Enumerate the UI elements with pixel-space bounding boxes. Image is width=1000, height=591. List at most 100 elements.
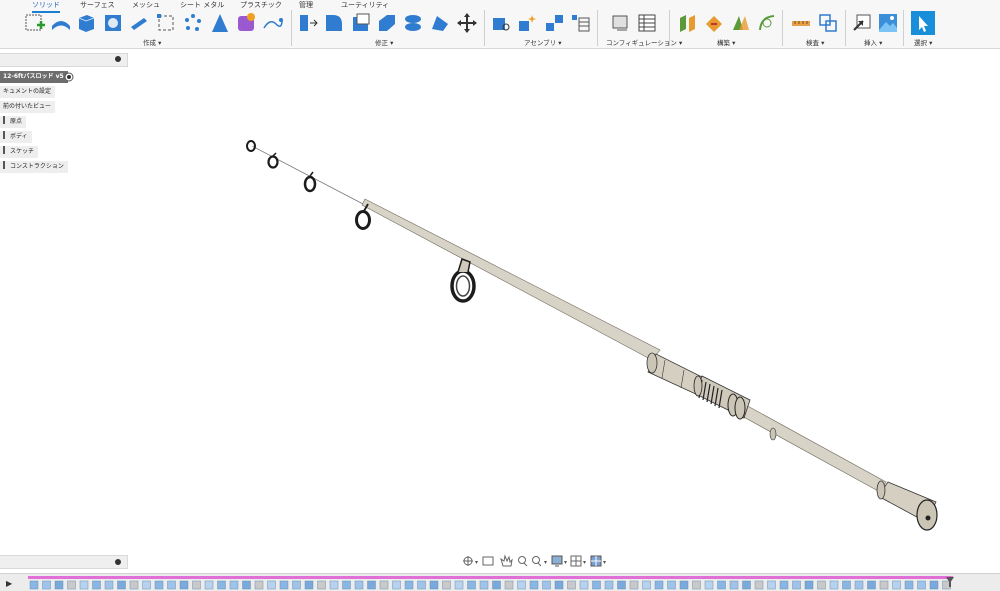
group-select[interactable]: 選択 ▾ xyxy=(914,37,932,47)
timeline-feature-icon[interactable] xyxy=(229,580,239,590)
circular-pattern-icon[interactable] xyxy=(182,12,204,34)
group-construct[interactable]: 構築 ▾ xyxy=(717,37,735,47)
timeline-feature-icon[interactable] xyxy=(417,580,426,590)
timeline-feature-icon[interactable] xyxy=(729,580,739,590)
group-insert[interactable]: 挿入 ▾ xyxy=(864,37,882,47)
loft-icon[interactable] xyxy=(209,12,231,34)
timeline-feature-icon[interactable] xyxy=(667,580,676,590)
timeline-features[interactable] xyxy=(28,580,953,590)
timeline-feature-icon[interactable] xyxy=(904,580,914,590)
timeline-feature-icon[interactable] xyxy=(917,580,926,590)
timeline-feature-icon[interactable] xyxy=(329,580,339,590)
press-pull-icon[interactable] xyxy=(297,12,319,34)
timeline-feature-icon[interactable] xyxy=(767,580,776,590)
orbit-icon[interactable] xyxy=(463,556,473,566)
timeline-feature-icon[interactable] xyxy=(79,580,89,590)
timeline-feature-icon[interactable] xyxy=(104,580,114,590)
timeline-feature-icon[interactable] xyxy=(754,580,764,590)
fillet-icon[interactable] xyxy=(323,12,345,34)
joint-icon[interactable] xyxy=(516,12,538,34)
timeline-feature-icon[interactable] xyxy=(479,580,489,590)
canvas-icon[interactable] xyxy=(877,12,899,34)
expand-icon[interactable] xyxy=(115,559,121,565)
timeline-feature-icon[interactable] xyxy=(179,580,189,590)
timeline-play-icon[interactable]: ▶ xyxy=(6,579,12,588)
timeline-feature-icon[interactable] xyxy=(704,580,714,590)
timeline-feature-icon[interactable] xyxy=(192,580,201,590)
timeline-feature-icon[interactable] xyxy=(342,580,351,590)
display-settings-icon[interactable] xyxy=(551,555,563,567)
timeline-feature-icon[interactable] xyxy=(292,580,301,590)
comments-panel[interactable] xyxy=(0,555,128,569)
interference-icon[interactable] xyxy=(817,12,839,34)
timeline-feature-icon[interactable] xyxy=(892,580,901,590)
pan-icon[interactable] xyxy=(500,554,513,567)
timeline-feature-icon[interactable] xyxy=(129,580,139,590)
timeline-feature-icon[interactable] xyxy=(42,580,51,590)
timeline-feature-icon[interactable] xyxy=(592,580,601,590)
timeline-feature-icon[interactable] xyxy=(804,580,814,590)
form-icon[interactable] xyxy=(235,12,257,34)
timeline-marker-icon[interactable] xyxy=(946,577,954,587)
configuration-table-icon[interactable] xyxy=(636,12,658,34)
timeline-feature-icon[interactable] xyxy=(629,580,639,590)
timeline-feature-icon[interactable] xyxy=(529,580,539,590)
box-icon[interactable] xyxy=(75,12,97,34)
axis-icon[interactable] xyxy=(756,12,778,34)
timeline-feature-icon[interactable] xyxy=(504,580,514,590)
configure-icon[interactable] xyxy=(609,12,631,34)
timeline-feature-icon[interactable] xyxy=(642,580,651,590)
timeline-feature-icon[interactable] xyxy=(242,580,251,590)
rectangle-pattern-icon[interactable] xyxy=(155,12,177,34)
timeline-feature-icon[interactable] xyxy=(117,580,126,590)
timeline-feature-icon[interactable] xyxy=(67,580,76,590)
offset-plane-icon[interactable] xyxy=(677,12,699,34)
zoom-icon[interactable] xyxy=(518,556,528,567)
insert-derive-icon[interactable] xyxy=(851,12,873,34)
derive-icon[interactable] xyxy=(262,12,284,34)
timeline-feature-icon[interactable] xyxy=(392,580,401,590)
timeline-feature-icon[interactable] xyxy=(792,580,801,590)
timeline-feature-icon[interactable] xyxy=(654,580,664,590)
move-copy-icon[interactable] xyxy=(456,12,478,34)
timeline-track[interactable] xyxy=(28,576,953,579)
grid-settings-icon[interactable] xyxy=(570,555,582,567)
timeline-feature-icon[interactable] xyxy=(617,580,626,590)
timeline-feature-icon[interactable] xyxy=(779,580,789,590)
timeline-feature-icon[interactable] xyxy=(92,580,101,590)
tab-mesh[interactable]: メッシュ xyxy=(132,0,160,10)
split-body-icon[interactable] xyxy=(402,12,424,34)
timeline-feature-icon[interactable] xyxy=(429,580,439,590)
timeline-feature-icon[interactable] xyxy=(604,580,614,590)
chamfer-icon[interactable] xyxy=(350,12,372,34)
tab-sheet-metal[interactable]: シート メタル xyxy=(180,0,224,10)
extrude-icon[interactable] xyxy=(50,12,72,34)
timeline-feature-icon[interactable] xyxy=(454,580,464,590)
timeline-feature-icon[interactable] xyxy=(854,580,864,590)
pipe-icon[interactable] xyxy=(128,12,150,34)
timeline-feature-icon[interactable] xyxy=(867,580,876,590)
viewport-canvas[interactable] xyxy=(0,49,1000,552)
timeline-feature-icon[interactable] xyxy=(929,580,939,590)
fishing-rod-model[interactable] xyxy=(246,140,938,531)
timeline-feature-icon[interactable] xyxy=(692,580,701,590)
timeline-feature-icon[interactable] xyxy=(467,580,476,590)
tab-manage[interactable]: 管理 xyxy=(299,0,313,10)
timeline-feature-icon[interactable] xyxy=(442,580,451,590)
timeline-feature-icon[interactable] xyxy=(567,580,576,590)
measure-icon[interactable] xyxy=(790,12,812,34)
timeline-feature-icon[interactable] xyxy=(267,580,276,590)
as-built-joint-icon[interactable] xyxy=(543,12,565,34)
timeline-feature-icon[interactable] xyxy=(204,580,214,590)
create-sketch-icon[interactable] xyxy=(24,12,46,34)
timeline-feature-icon[interactable] xyxy=(279,580,289,590)
new-component-icon[interactable] xyxy=(490,12,512,34)
timeline-feature-icon[interactable] xyxy=(379,580,389,590)
timeline-feature-icon[interactable] xyxy=(354,580,364,590)
timeline-feature-icon[interactable] xyxy=(154,580,164,590)
group-create[interactable]: 作成 ▾ xyxy=(143,37,161,47)
tab-surface[interactable]: サーフェス xyxy=(80,0,115,10)
timeline-feature-icon[interactable] xyxy=(829,580,839,590)
shell-icon[interactable] xyxy=(376,12,398,34)
timeline-feature-icon[interactable] xyxy=(29,580,39,590)
